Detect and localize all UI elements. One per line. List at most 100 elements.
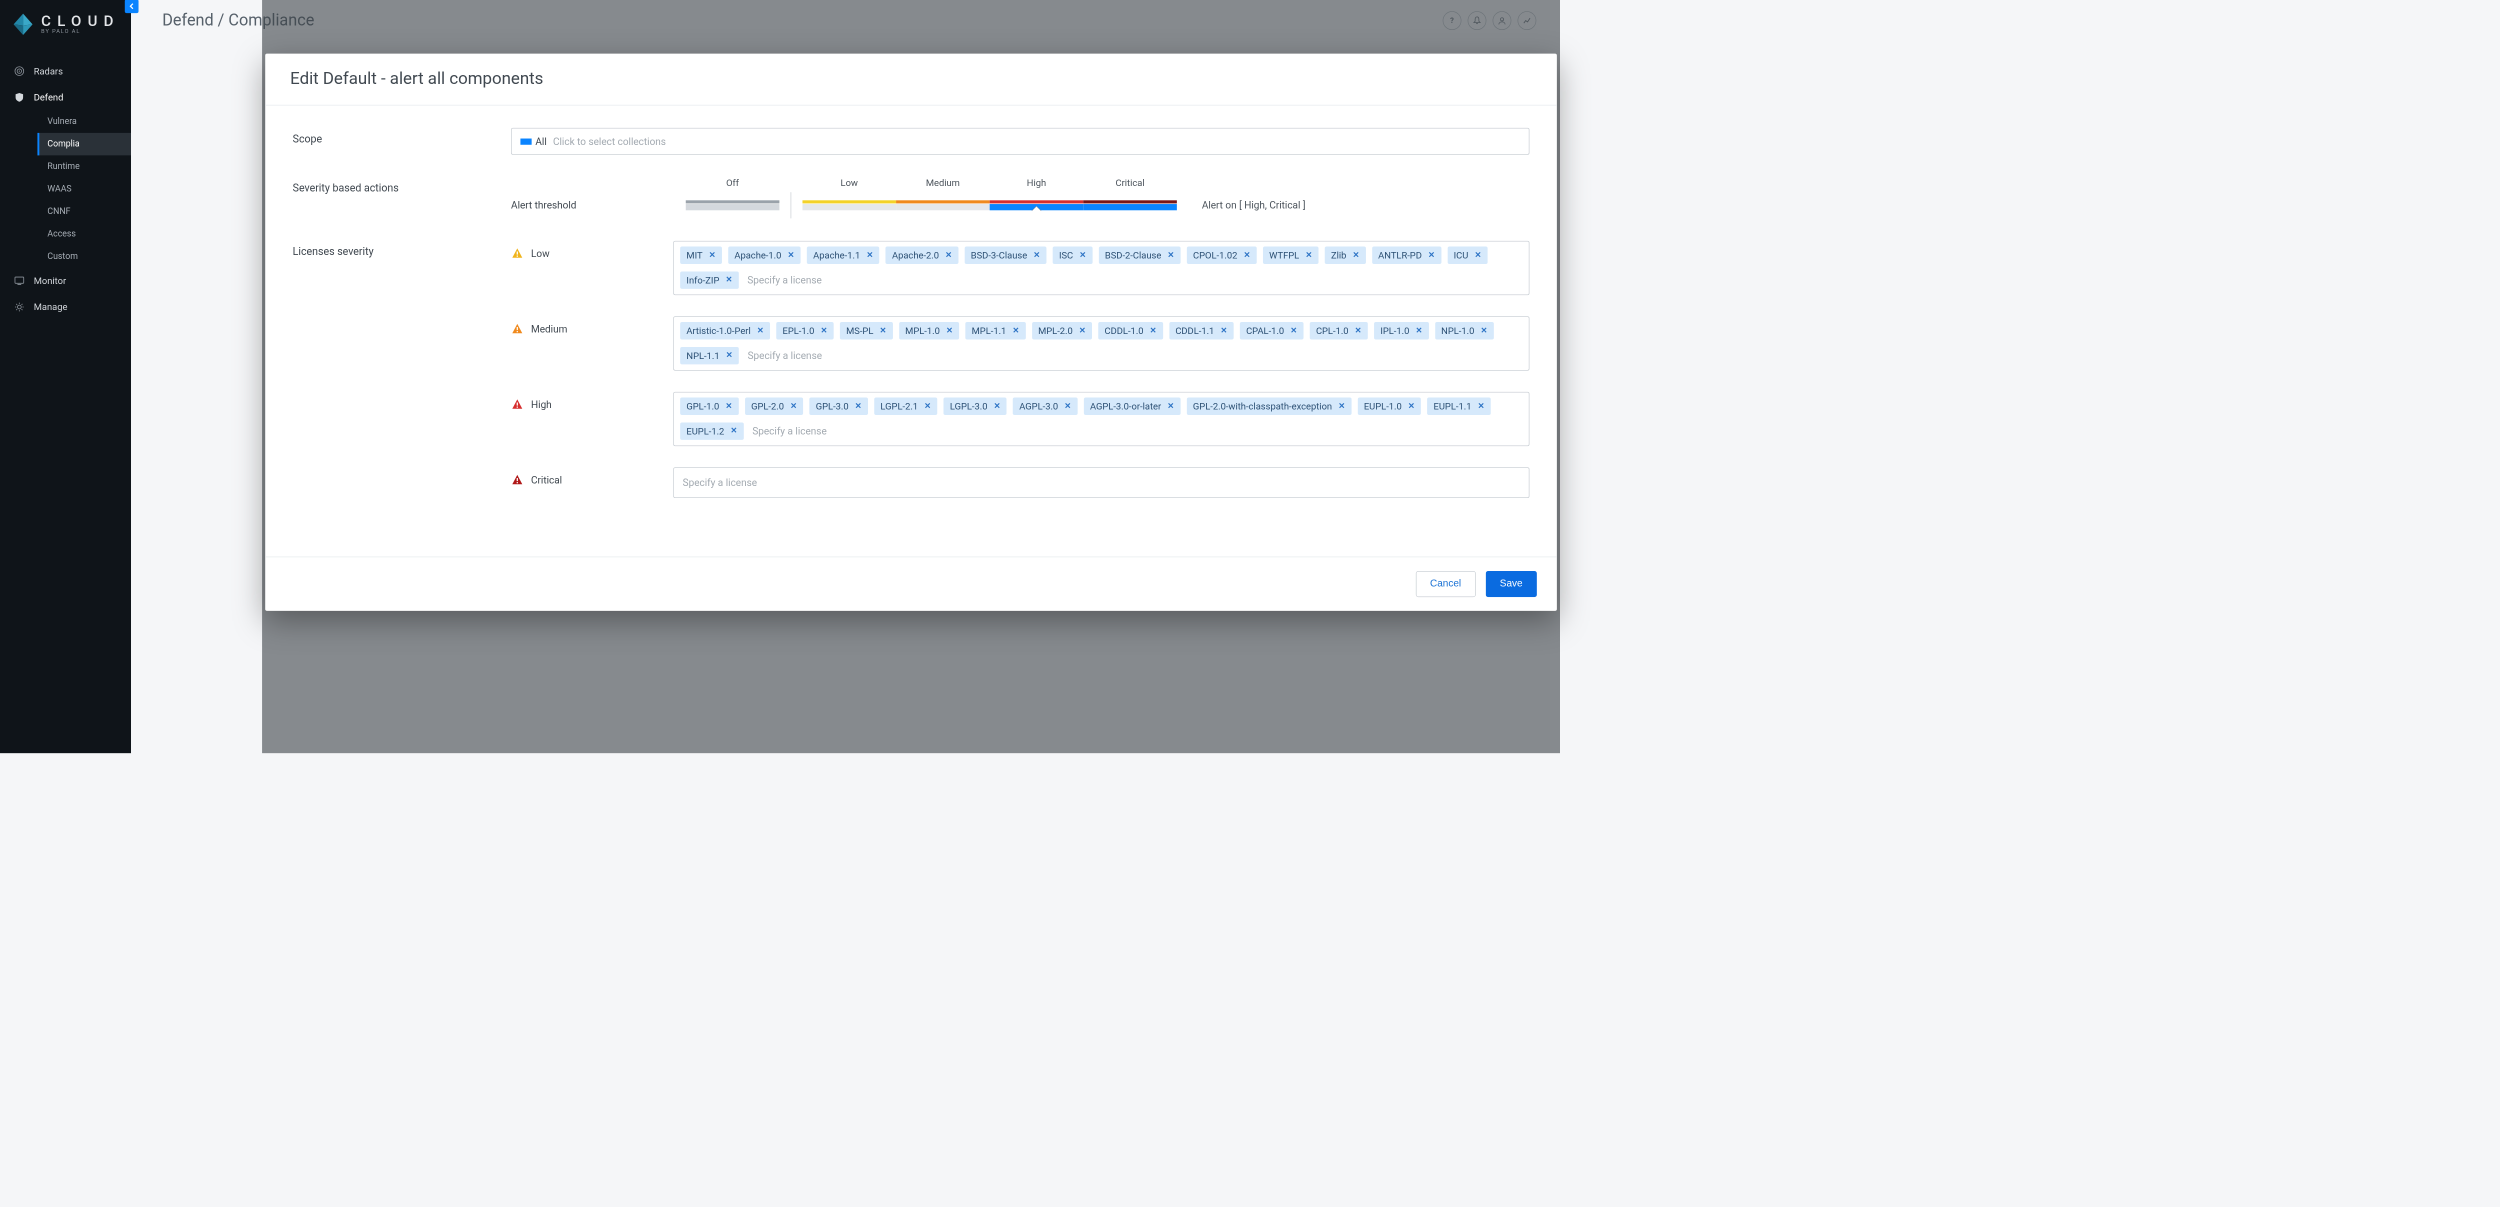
nav-item-radars[interactable]: Radars xyxy=(0,58,131,84)
subnav-item-cnnf[interactable]: CNNF xyxy=(37,200,131,222)
license-input-medium[interactable]: Artistic-1.0-Perl✕EPL-1.0✕MS-PL✕MPL-1.0✕… xyxy=(673,316,1529,370)
threshold-label-medium: Medium xyxy=(896,177,990,192)
severity-actions-label: Severity based actions xyxy=(293,177,511,194)
subnav-item-access[interactable]: Access xyxy=(37,223,131,245)
nav-item-label: Radars xyxy=(34,66,63,77)
license-tag: ISC✕ xyxy=(1053,246,1093,263)
severity-level-text: High xyxy=(531,398,552,410)
remove-tag-button[interactable]: ✕ xyxy=(1338,402,1345,411)
nav-item-manage[interactable]: Manage xyxy=(0,294,131,320)
remove-tag-button[interactable]: ✕ xyxy=(757,326,764,335)
scope-input[interactable]: All Click to select collections xyxy=(511,128,1529,155)
remove-tag-button[interactable]: ✕ xyxy=(946,326,953,335)
nav-item-defend[interactable]: Defend xyxy=(0,84,131,110)
brand-title: CLOUD xyxy=(41,12,119,29)
remove-tag-button[interactable]: ✕ xyxy=(1478,402,1485,411)
remove-tag-button[interactable]: ✕ xyxy=(1475,251,1482,260)
remove-tag-button[interactable]: ✕ xyxy=(1416,326,1423,335)
remove-tag-button[interactable]: ✕ xyxy=(855,402,862,411)
license-tag: NPL-1.0✕ xyxy=(1435,322,1494,339)
save-button[interactable]: Save xyxy=(1485,571,1536,597)
remove-tag-button[interactable]: ✕ xyxy=(726,351,733,360)
license-tag: MIT✕ xyxy=(680,246,722,263)
remove-tag-button[interactable]: ✕ xyxy=(1305,251,1312,260)
remove-tag-button[interactable]: ✕ xyxy=(726,275,733,284)
remove-tag-button[interactable]: ✕ xyxy=(1481,326,1488,335)
license-tag-label: MPL-1.0 xyxy=(905,325,940,336)
remove-tag-button[interactable]: ✕ xyxy=(880,326,887,335)
subnav-item-waas[interactable]: WAAS xyxy=(37,178,131,200)
remove-tag-button[interactable]: ✕ xyxy=(945,251,952,260)
remove-tag-button[interactable]: ✕ xyxy=(1290,326,1297,335)
license-tag: Apache-1.1 ✕ xyxy=(807,246,880,263)
license-tag-label: BSD-3-Clause xyxy=(971,250,1027,261)
remove-tag-button[interactable]: ✕ xyxy=(709,251,716,260)
license-tag-label: MPL-1.1 xyxy=(972,325,1007,336)
license-input-high[interactable]: GPL-1.0✕GPL-2.0✕GPL-3.0✕LGPL-2.1✕LGPL-3.… xyxy=(673,392,1529,446)
remove-tag-button[interactable]: ✕ xyxy=(1428,251,1435,260)
remove-tag-button[interactable]: ✕ xyxy=(1150,326,1157,335)
license-placeholder: Specify a license xyxy=(680,473,759,492)
main-area: Defend / Compliance ? Add rule ns Order … xyxy=(131,0,1560,753)
license-tag-label: GPL-2.0 xyxy=(751,401,784,412)
logo-mark-icon xyxy=(11,12,35,36)
remove-tag-button[interactable]: ✕ xyxy=(790,402,797,411)
license-input-critical[interactable]: Specify a license xyxy=(673,467,1529,498)
license-tag: WTFPL✕ xyxy=(1263,246,1319,263)
remove-tag-button[interactable]: ✕ xyxy=(924,402,931,411)
license-tag: BSD-2-Clause✕ xyxy=(1099,246,1181,263)
subnav-item-vulnera[interactable]: Vulnera xyxy=(37,110,131,132)
remove-tag-button[interactable]: ✕ xyxy=(1079,251,1086,260)
scope-swatch-icon xyxy=(520,138,531,144)
remove-tag-button[interactable]: ✕ xyxy=(1013,326,1020,335)
scope-chip-all[interactable]: All xyxy=(520,135,546,147)
nav-item-monitor[interactable]: Monitor xyxy=(0,268,131,294)
remove-tag-button[interactable]: ✕ xyxy=(726,402,733,411)
warning-triangle-icon xyxy=(511,247,523,259)
subnav-item-runtime[interactable]: Runtime xyxy=(37,155,131,177)
severity-level-text: Low xyxy=(531,247,550,259)
threshold-segment-low[interactable] xyxy=(802,200,896,210)
license-tag: GPL-3.0✕ xyxy=(810,397,868,414)
license-input-low[interactable]: MIT✕Apache-1.0✕Apache-1.1✕Apache-2.0✕BSD… xyxy=(673,241,1529,295)
license-tag-label: CDDL-1.1 xyxy=(1175,325,1214,336)
remove-tag-button[interactable]: ✕ xyxy=(1064,402,1071,411)
license-tag-label: Apache-1.1 xyxy=(813,250,860,261)
remove-tag-button[interactable]: ✕ xyxy=(1033,251,1040,260)
license-tag: BSD-3-Clause ✕ xyxy=(965,246,1047,263)
threshold-segment-critical[interactable] xyxy=(1083,200,1177,210)
license-tag: MPL-2.0✕ xyxy=(1032,322,1092,339)
remove-tag-button[interactable]: ✕ xyxy=(821,326,828,335)
cancel-button[interactable]: Cancel xyxy=(1416,571,1476,597)
remove-tag-button[interactable]: ✕ xyxy=(1221,326,1228,335)
remove-tag-button[interactable]: ✕ xyxy=(1168,251,1175,260)
severity-row-low: LowMIT✕Apache-1.0✕Apache-1.1✕Apache-2.0✕… xyxy=(511,241,1529,295)
remove-tag-button[interactable]: ✕ xyxy=(731,426,738,435)
remove-tag-button[interactable]: ✕ xyxy=(1079,326,1086,335)
threshold-segment-off[interactable] xyxy=(686,200,780,210)
license-tag: CDDL-1.1 ✕ xyxy=(1169,322,1234,339)
remove-tag-button[interactable]: ✕ xyxy=(1167,402,1174,411)
sidebar-collapse-button[interactable] xyxy=(125,0,139,13)
remove-tag-button[interactable]: ✕ xyxy=(788,251,795,260)
threshold-label-low: Low xyxy=(802,177,896,192)
gear-icon xyxy=(14,301,25,312)
severity-row-critical: CriticalSpecify a license xyxy=(511,467,1529,498)
subnav-item-complia[interactable]: Complia xyxy=(37,133,131,155)
alert-threshold-slider[interactable]: OffLowMediumHighCritical xyxy=(686,177,1177,218)
remove-tag-button[interactable]: ✕ xyxy=(1353,251,1360,260)
modal-title: Edit Default - alert all components xyxy=(265,54,1557,106)
subnav-item-custom[interactable]: Custom xyxy=(37,245,131,267)
remove-tag-button[interactable]: ✕ xyxy=(866,251,873,260)
remove-tag-button[interactable]: ✕ xyxy=(1408,402,1415,411)
licenses-severity-label: Licenses severity xyxy=(293,241,511,258)
nav-item-label: Manage xyxy=(34,301,68,312)
alert-threshold-label: Alert threshold xyxy=(511,185,661,211)
license-tag: EUPL-1.2✕ xyxy=(680,422,743,439)
remove-tag-button[interactable]: ✕ xyxy=(994,402,1001,411)
severity-label-medium: Medium xyxy=(511,316,673,335)
threshold-segment-high[interactable] xyxy=(990,200,1084,210)
threshold-segment-medium[interactable] xyxy=(896,200,990,210)
remove-tag-button[interactable]: ✕ xyxy=(1355,326,1362,335)
remove-tag-button[interactable]: ✕ xyxy=(1244,251,1251,260)
